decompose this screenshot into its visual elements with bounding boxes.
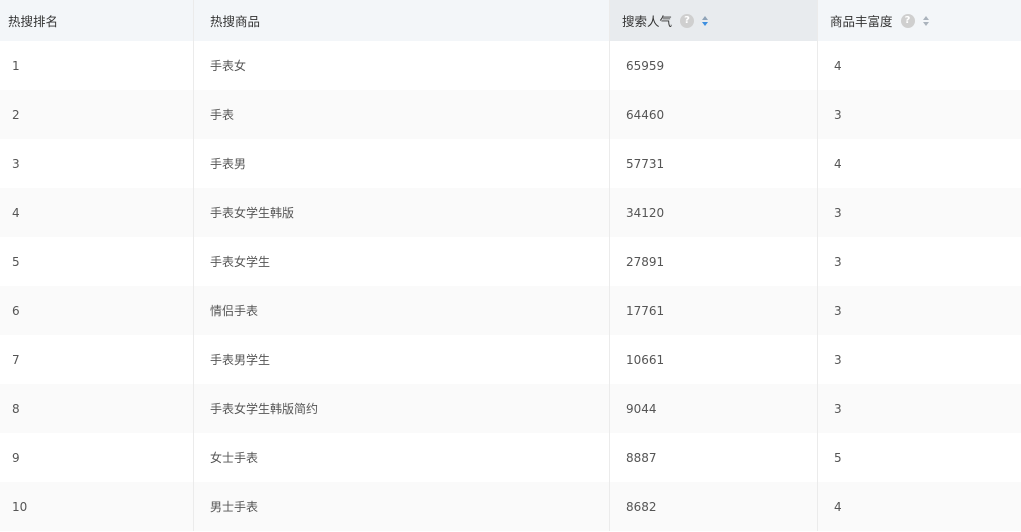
richness-cell: 3 [834,107,842,122]
header-product-label: 热搜商品 [210,14,261,29]
product-cell: 手表女学生韩版 [194,188,610,237]
popularity-cell: 8682 [610,482,818,531]
popularity-cell: 27891 [610,237,818,286]
sort-icon[interactable] [702,15,709,26]
header-popularity-label: 搜索人气 [622,14,673,29]
richness-cell: 5 [834,450,842,465]
sort-ascending-icon[interactable] [702,15,709,20]
rank-cell: 9 [0,433,194,482]
header-richness-label: 商品丰富度 [830,14,893,29]
table-row: 8 手表女学生韩版简约 9044 3 [0,384,1021,433]
richness-cell: 3 [834,303,842,318]
richness-cell: 4 [834,499,842,514]
rank-cell: 6 [0,286,194,335]
product-cell: 情侣手表 [194,286,610,335]
table-row: 3 手表男 57731 4 [0,139,1021,188]
popularity-cell: 10661 [610,335,818,384]
rank-cell: 2 [0,90,194,139]
table-header: 热搜排名 热搜商品 搜索人气 ? 商品丰富度 ? [0,0,1021,41]
rank-cell: 5 [0,237,194,286]
table-row: 1 手表女 65959 4 [0,41,1021,90]
popularity-cell: 9044 [610,384,818,433]
question-mark-icon[interactable]: ? [680,13,695,28]
popularity-cell: 65959 [610,41,818,90]
richness-cell: 3 [834,401,842,416]
popularity-cell: 64460 [610,90,818,139]
product-cell: 手表男学生 [194,335,610,384]
table-row: 9 女士手表 8887 5 [0,433,1021,482]
richness-cell: 3 [834,254,842,269]
popularity-cell: 8887 [610,433,818,482]
product-cell: 手表女学生 [194,237,610,286]
hot-search-table: 热搜排名 热搜商品 搜索人气 ? 商品丰富度 ? 1 手表女 65959 4 2… [0,0,1021,532]
rank-cell: 8 [0,384,194,433]
header-rank-label: 热搜排名 [8,14,59,29]
richness-cell: 3 [834,352,842,367]
richness-cell: 4 [834,156,842,171]
table-row: 4 手表女学生韩版 34120 3 [0,188,1021,237]
popularity-cell: 34120 [610,188,818,237]
sort-descending-icon[interactable] [922,21,929,26]
header-rank: 热搜排名 [0,0,194,41]
product-cell: 手表女 [194,41,610,90]
product-cell: 男士手表 [194,482,610,531]
popularity-cell: 17761 [610,286,818,335]
richness-cell: 4 [834,58,842,73]
rank-cell: 3 [0,139,194,188]
table-row: 10 男士手表 8682 4 [0,482,1021,531]
table-row: 6 情侣手表 17761 3 [0,286,1021,335]
sort-ascending-icon[interactable] [922,15,929,20]
rank-cell: 7 [0,335,194,384]
richness-cell: 3 [834,205,842,220]
rank-cell: 10 [0,482,194,531]
header-popularity-sortable[interactable]: 搜索人气 ? [610,0,818,41]
sort-descending-icon[interactable] [702,21,709,26]
product-cell: 手表女学生韩版简约 [194,384,610,433]
sort-icon[interactable] [922,15,929,26]
table-row: 7 手表男学生 10661 3 [0,335,1021,384]
product-cell: 手表 [194,90,610,139]
popularity-cell: 57731 [610,139,818,188]
table-row: 2 手表 64460 3 [0,90,1021,139]
header-richness-sortable[interactable]: 商品丰富度 ? [818,0,1021,41]
product-cell: 手表男 [194,139,610,188]
rank-cell: 4 [0,188,194,237]
product-cell: 女士手表 [194,433,610,482]
table-row: 5 手表女学生 27891 3 [0,237,1021,286]
question-mark-icon[interactable]: ? [900,13,915,28]
header-product: 热搜商品 [194,0,610,41]
rank-cell: 1 [0,41,194,90]
